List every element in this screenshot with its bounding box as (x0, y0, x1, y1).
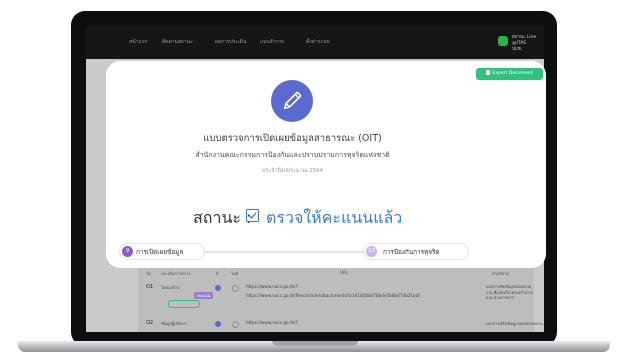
th-yes: มี (216, 271, 219, 276)
step-next-label: การป้องกันการทุจริต (383, 248, 440, 256)
row-2-url-1[interactable]: https://www.nacc.go.th/? (246, 320, 298, 325)
row-2-yes-radio[interactable] (215, 321, 221, 327)
row-2-no: O2 (146, 320, 154, 326)
user-line-1: สถานะ Line @ITAS (512, 35, 537, 46)
document-icon (486, 69, 491, 75)
row-2-note: เอกสารหรือข้อมูลของหน่วยงาน (486, 321, 543, 326)
step-prev-button[interactable]: 9 การเปิดเผยข้อมูล (120, 244, 204, 259)
row-1-badge: คะแนน (194, 292, 214, 299)
step-prev-number: 9 (122, 246, 133, 257)
row-2-no-radio[interactable] (232, 321, 239, 328)
th-no: ข้อ (146, 271, 152, 276)
edit-icon (271, 80, 313, 122)
survey-title: แบบตรวจการเปิดเผยข้อมูลสาธารณะ (OIT) (203, 133, 382, 144)
th-topic: ประเด็นการตรวจ (161, 271, 191, 276)
step-next-number: 10 (366, 246, 377, 257)
fiscal-year: ประจำปีงบประมาณ 2564 (261, 168, 324, 174)
th-url: URL (340, 270, 348, 275)
nav-item-home[interactable]: หน้าแรก (129, 38, 147, 46)
step-prev-label: การเปิดเผยข้อมูล (136, 248, 184, 256)
row-1-topic: โครงสร้าง (161, 285, 180, 290)
row-2-topic: ข้อมูลผู้บริหาร (161, 321, 187, 326)
row-1-note: เอกสารหรือข้อมูลของหน่วยงาน ที่แสดงถึงโค… (486, 284, 533, 300)
status-value: ตรวจให้คะแนนแล้ว (266, 208, 403, 227)
export-document-button[interactable]: Export Document (476, 68, 543, 80)
status-label: สถานะ : (193, 208, 252, 227)
step-connector (204, 251, 374, 253)
nav-item-settings[interactable]: ตั้งค่าระบบ (306, 38, 330, 46)
th-description: คำอธิบาย (492, 271, 509, 276)
row-1-url-1[interactable]: https://www.nacc.go.th/? (246, 284, 298, 289)
row-1-url-2[interactable]: https://www.nacc.go.th/files/article/att… (246, 293, 420, 298)
top-navbar: หน้าแรก ติดตามสถานะ ผลการประเมิน แบบสำรว… (86, 26, 544, 59)
laptop-notch (272, 341, 358, 346)
checkbox-checked-icon (246, 209, 259, 222)
th-no-have: ไม่มี (231, 271, 239, 276)
nav-item-track[interactable]: ติดตามสถานะ (162, 38, 193, 46)
row-1-no: O1 (146, 284, 154, 290)
row-1-no-radio[interactable] (232, 285, 239, 292)
nav-item-results[interactable]: ผลการประเมิน (215, 38, 246, 46)
user-line-2: ปปช. (512, 47, 523, 52)
oit-summary-modal (106, 61, 546, 268)
agency-name: สำนักงานคณะกรรมการป้องกันและปราบปรามการท… (195, 151, 390, 159)
user-menu[interactable]: สถานะ Line @ITAS ปปช. (512, 35, 544, 53)
nav-item-survey[interactable]: แบบสำรวจ (260, 38, 284, 46)
row-1-yes-radio[interactable] (215, 285, 221, 291)
line-icon[interactable] (498, 36, 508, 46)
checklist-table (138, 266, 534, 332)
row-1-status-pill (168, 300, 200, 308)
step-next-button[interactable]: 10 การป้องกันการทุจริต (364, 244, 468, 259)
export-label: Export Document (492, 71, 533, 76)
